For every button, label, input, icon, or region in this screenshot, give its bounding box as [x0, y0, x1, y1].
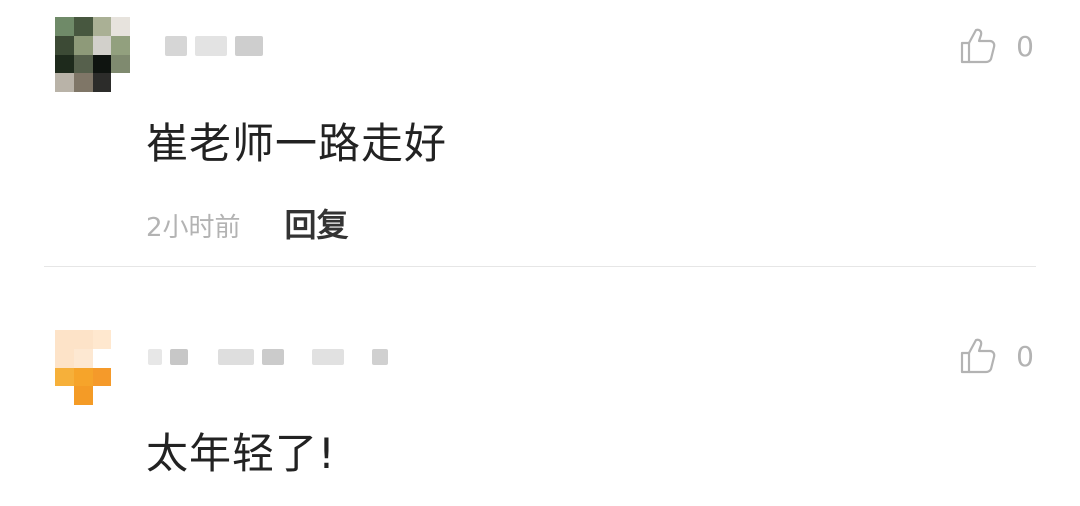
- avatar-pixel: [111, 330, 130, 349]
- avatar-pixel: [73, 73, 93, 92]
- avatar-pixel: [92, 35, 112, 55]
- avatar-pixel: [73, 348, 93, 368]
- avatar-pixel: [55, 17, 74, 36]
- comment-item: 0 太年轻了!: [0, 267, 1080, 506]
- avatar-pixel: [111, 73, 130, 92]
- username-redacted[interactable]: [165, 36, 263, 56]
- avatar-pixel: [73, 54, 93, 74]
- redacted-block: [218, 349, 254, 365]
- thumbs-up-icon[interactable]: [958, 336, 998, 376]
- avatar-pixel: [92, 73, 112, 92]
- comment-text: 崔老师一路走好: [146, 119, 448, 168]
- redacted-block: [352, 349, 364, 365]
- comment-item: 0 崔老师一路走好 2小时前 回复: [0, 0, 1080, 266]
- like-count: 0: [1016, 339, 1034, 373]
- avatar-pixel: [55, 367, 74, 387]
- avatar-pixel: [92, 386, 112, 405]
- avatar-pixel: [55, 54, 74, 74]
- avatar-pixel: [55, 330, 74, 349]
- avatar-pixel: [92, 330, 112, 349]
- comment-text: 太年轻了!: [146, 429, 336, 478]
- avatar-pixel: [55, 35, 74, 55]
- avatar-pixel: [111, 54, 130, 74]
- username-redacted[interactable]: [148, 349, 388, 365]
- redacted-block: [165, 36, 187, 56]
- avatar-pixel: [92, 367, 112, 387]
- avatar-pixel: [111, 367, 130, 387]
- comment-meta: 2小时前 回复: [146, 200, 349, 246]
- avatar-pixel: [73, 386, 93, 405]
- avatar-pixel: [111, 35, 130, 55]
- redacted-block: [148, 349, 162, 365]
- avatar-pixel: [73, 17, 93, 36]
- avatar-pixel: [111, 386, 130, 405]
- avatar-pixel: [55, 73, 74, 92]
- redacted-block: [292, 349, 304, 365]
- redacted-block: [195, 36, 227, 56]
- avatar-pixel: [73, 330, 93, 349]
- reply-button[interactable]: 回复: [285, 200, 349, 246]
- avatar[interactable]: [55, 17, 130, 92]
- avatar-pixel: [111, 348, 130, 368]
- avatar-pixel: [92, 54, 112, 74]
- redacted-block: [372, 349, 388, 365]
- like-count: 0: [1016, 29, 1034, 63]
- redacted-block: [196, 349, 210, 365]
- avatar-pixel: [55, 348, 74, 368]
- avatar-pixel: [111, 17, 130, 36]
- avatar-pixel: [92, 348, 112, 368]
- avatar-pixel: [73, 367, 93, 387]
- timestamp: 2小时前: [146, 213, 241, 243]
- like-button[interactable]: 0: [958, 26, 1034, 66]
- redacted-block: [235, 36, 263, 56]
- thumbs-up-icon[interactable]: [958, 26, 998, 66]
- redacted-block: [262, 349, 284, 365]
- redacted-block: [170, 349, 188, 365]
- like-button[interactable]: 0: [958, 336, 1034, 376]
- avatar-pixel: [92, 17, 112, 36]
- avatar[interactable]: [55, 330, 130, 405]
- redacted-block: [312, 349, 344, 365]
- avatar-pixel: [73, 35, 93, 55]
- avatar-pixel: [55, 386, 74, 405]
